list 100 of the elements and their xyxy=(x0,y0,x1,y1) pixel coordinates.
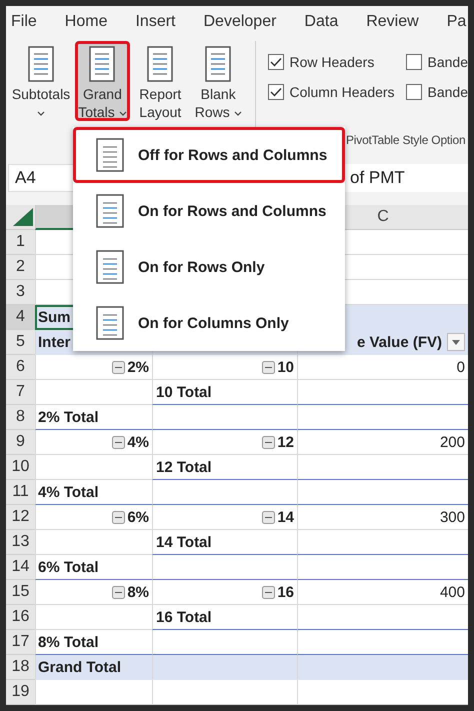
cell-text: e Value (FV) xyxy=(356,334,442,350)
row-number[interactable]: 2 xyxy=(6,255,35,280)
table-cell[interactable] xyxy=(297,530,468,555)
menu-item[interactable]: Off for Rows and Columns xyxy=(73,127,345,183)
collapse-icon[interactable] xyxy=(112,436,126,448)
document-lines-icon xyxy=(147,46,174,82)
table-cell[interactable] xyxy=(152,555,297,580)
table-cell[interactable]: 14 Total xyxy=(152,530,297,555)
row-number[interactable]: 8 xyxy=(6,405,35,430)
row-number[interactable]: 4 xyxy=(6,305,35,330)
cell-text: 0 xyxy=(456,358,465,376)
table-cell[interactable]: 6% xyxy=(35,505,152,530)
ribbon-tab[interactable]: Review xyxy=(366,13,419,31)
collapse-icon[interactable] xyxy=(112,586,126,598)
table-cell[interactable] xyxy=(297,455,468,480)
filter-dropdown[interactable] xyxy=(447,333,465,351)
table-cell[interactable]: 10 xyxy=(152,355,297,380)
ribbon-button[interactable]: Subtotals xyxy=(10,41,72,121)
caret-icon xyxy=(37,110,45,116)
table-cell[interactable]: 12 xyxy=(152,430,297,455)
table-cell[interactable]: 4% xyxy=(35,430,152,455)
cell-text: Grand Total xyxy=(38,658,122,676)
menu-item[interactable]: On for Rows Only xyxy=(73,239,345,295)
table-cell[interactable] xyxy=(152,480,297,505)
cell-text: 10 xyxy=(277,358,294,376)
cell-text: 4% Total xyxy=(38,484,99,500)
row-number[interactable]: 13 xyxy=(6,530,35,555)
cell-text: 16 Total xyxy=(156,608,212,626)
table-cell[interactable]: 6% Total xyxy=(35,555,152,580)
caret-icon xyxy=(118,110,127,116)
table-cell[interactable] xyxy=(297,480,468,505)
ribbon-tab[interactable]: File xyxy=(11,13,37,31)
checkbox[interactable]: Bande xyxy=(406,54,468,70)
table-cell[interactable]: 4% Total xyxy=(35,480,152,505)
group-label: PivotTable Style Option xyxy=(346,133,466,147)
table-cell[interactable] xyxy=(297,405,468,430)
table-cell[interactable]: 14 xyxy=(152,505,297,530)
collapse-icon[interactable] xyxy=(262,510,276,524)
ribbon-tab[interactable]: Pa xyxy=(446,13,466,31)
ribbon-tab[interactable]: Home xyxy=(64,13,108,31)
table-cell[interactable]: 300 xyxy=(297,505,468,530)
cell-text: 12 xyxy=(277,434,294,450)
cell-text: 10 Total xyxy=(156,384,212,400)
table-cell[interactable] xyxy=(152,405,297,430)
ribbon-button[interactable]: Blank Rows xyxy=(190,41,246,121)
checkbox[interactable]: Column Headers xyxy=(268,84,406,100)
table-cell[interactable]: 400 xyxy=(297,580,468,605)
table-cell[interactable]: Grand Total xyxy=(35,655,152,680)
collapse-icon[interactable] xyxy=(262,586,276,598)
checkbox[interactable]: Row Headers xyxy=(268,54,406,70)
cell-text: 2% Total xyxy=(38,408,99,426)
table-cell[interactable]: 10 Total xyxy=(152,380,297,405)
cell-text: 6% Total xyxy=(38,558,99,576)
table-cell[interactable]: 12 Total xyxy=(152,455,297,480)
cell-text: 400 xyxy=(440,584,465,600)
row-number[interactable]: 12 xyxy=(6,505,35,530)
document-lines-icon xyxy=(96,194,124,228)
document-lines-icon xyxy=(205,46,232,82)
cell-text: 8% Total xyxy=(38,634,99,650)
row-number[interactable]: 6 xyxy=(6,355,35,380)
row-number[interactable]: 14 xyxy=(6,555,35,580)
table-cell[interactable] xyxy=(297,555,468,580)
table-cell[interactable]: 16 Total xyxy=(152,605,297,630)
select-all-corner[interactable] xyxy=(6,205,35,230)
cell-text: 14 xyxy=(277,508,294,526)
cell-text: 8% xyxy=(127,584,149,600)
table-cell[interactable] xyxy=(297,380,468,405)
cell-text: Sum xyxy=(38,308,71,326)
row-number[interactable]: 7 xyxy=(6,380,35,405)
collapse-icon[interactable] xyxy=(262,360,276,374)
table-cell[interactable]: 16 xyxy=(152,580,297,605)
row-number[interactable]: 11 xyxy=(6,480,35,505)
ribbon-button[interactable]: Grand Totals xyxy=(75,41,130,121)
table-cell[interactable] xyxy=(297,605,468,630)
collapse-icon[interactable] xyxy=(112,360,126,374)
row-number[interactable]: 15 xyxy=(6,580,35,605)
row-number[interactable]: 5 xyxy=(6,330,35,355)
cell-text: 6% xyxy=(127,508,149,526)
collapse-icon[interactable] xyxy=(112,510,126,524)
collapse-icon[interactable] xyxy=(262,436,276,448)
row-number[interactable]: 18 xyxy=(6,655,35,680)
table-cell[interactable]: 0 xyxy=(297,355,468,380)
table-cell[interactable]: 8% xyxy=(35,580,152,605)
row-number[interactable]: 9 xyxy=(6,430,35,455)
row-number[interactable]: 16 xyxy=(6,605,35,630)
table-cell[interactable]: 2% Total xyxy=(35,405,152,430)
table-cell[interactable]: 200 xyxy=(297,430,468,455)
check-icon xyxy=(270,57,282,67)
row-number[interactable]: 1 xyxy=(6,230,35,255)
table-cell[interactable]: 2% xyxy=(35,355,152,380)
row-number[interactable]: 3 xyxy=(6,280,35,305)
ribbon-tab[interactable]: Data xyxy=(304,13,338,31)
row-number[interactable]: 10 xyxy=(6,455,35,480)
ribbon-tab[interactable]: Developer xyxy=(203,13,276,31)
row-number[interactable]: 17 xyxy=(6,630,35,655)
ribbon-tab[interactable]: Insert xyxy=(135,13,176,31)
cell-text: 200 xyxy=(440,434,465,450)
row-number[interactable]: 19 xyxy=(6,680,35,705)
checkbox[interactable]: Bande xyxy=(406,84,468,100)
cell-text: 16 xyxy=(277,584,294,600)
